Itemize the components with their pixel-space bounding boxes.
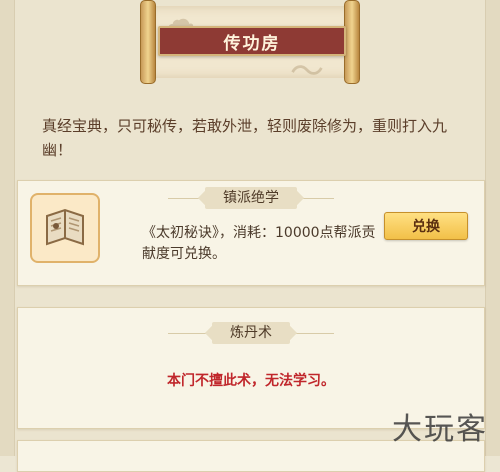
skill-exchange-text: 《太初秘诀》，消耗：10000点帮派贡献度可兑换。 — [142, 225, 376, 262]
scroll-rod-right — [344, 0, 360, 84]
right-border — [485, 0, 500, 456]
page-title: 传功房 — [223, 33, 281, 54]
book-icon — [46, 208, 84, 246]
divider — [168, 333, 208, 334]
divider — [294, 333, 334, 334]
page: ☁ 〜 传功房 真经宝典，只可秘传，若敢外泄，轻则废除修为，重则打入九幽！ 镇派… — [0, 0, 500, 472]
title-bar: 传功房 — [158, 26, 346, 56]
section-tag: 镇派绝学 — [205, 187, 297, 209]
left-border — [0, 0, 15, 456]
watermark-logo: 大玩客 — [392, 412, 488, 447]
exchange-button[interactable]: 兑换 — [384, 212, 468, 240]
cannot-learn-notice: 本门不擅此术，无法学习。 — [167, 373, 335, 389]
skill-card: 镇派绝学 《太初秘诀》，消耗：10000点帮派贡献度可兑换。 兑换 — [17, 180, 485, 286]
section-tag: 炼丹术 — [212, 322, 290, 344]
scroll-rod-left — [140, 0, 156, 84]
title-banner: ☁ 〜 传功房 — [140, 0, 360, 92]
book-icon[interactable] — [30, 193, 100, 263]
description-text: 真经宝典，只可秘传，若敢外泄，轻则废除修为，重则打入九幽！ — [42, 117, 448, 159]
